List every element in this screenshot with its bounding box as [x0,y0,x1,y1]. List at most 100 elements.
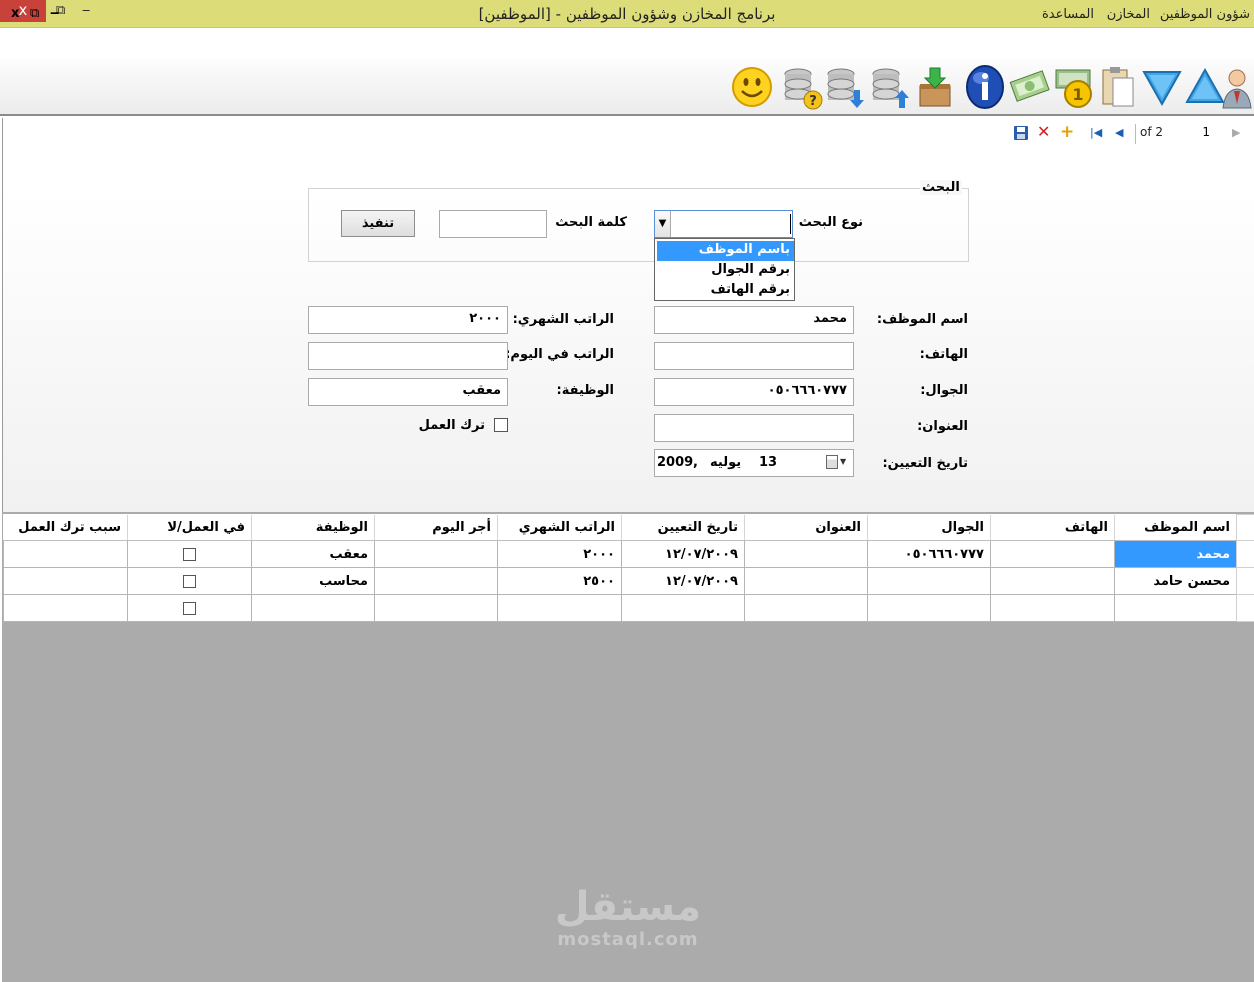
hire-date-year[interactable]: 2009 [657,455,693,470]
working-checkbox[interactable] [183,574,196,588]
phone-label: الهاتف: [919,347,968,362]
cell-daily-wage[interactable] [374,567,498,595]
smiley-icon[interactable] [730,62,774,112]
cell-name[interactable]: محسن حامد [1114,567,1237,595]
employee-name-input[interactable]: محمد [654,306,854,334]
column-header-hire-date[interactable]: تاريخ التعيين [621,514,745,541]
search-keyword-label: كلمة البحث [555,215,627,230]
row-header[interactable] [1236,540,1254,568]
search-type-combo[interactable] [654,210,793,238]
cell-monthly-salary[interactable] [497,594,622,622]
cell-leave-reason[interactable] [3,540,128,568]
money-icon[interactable] [1008,62,1052,112]
cell-monthly-salary[interactable]: ٢٠٠٠ [497,540,622,568]
menu-help[interactable]: المساعدة [1042,7,1094,22]
column-header-name[interactable]: اسم الموظف [1114,514,1237,541]
job-input[interactable]: معقب [308,378,508,406]
daily-salary-input[interactable] [308,342,508,370]
cell-daily-wage[interactable] [374,540,498,568]
cell-monthly-salary[interactable]: ٢٥٠٠ [497,567,622,595]
working-checkbox[interactable] [183,547,196,561]
monthly-salary-input[interactable]: ٢٠٠٠ [308,306,508,334]
cell-name[interactable]: محمد [1114,540,1237,568]
row-header[interactable] [1236,594,1254,622]
toolbar: 1 ? [0,58,1254,116]
dropdown-option-by-mobile[interactable]: برقم الجوال [657,261,794,281]
cell-mobile[interactable]: ٠٥٠٦٦٦٠٧٧٧ [867,540,991,568]
cell-phone[interactable] [990,540,1115,568]
table-row-new[interactable] [3,594,1254,622]
move-up-icon[interactable] [1183,62,1227,112]
cell-mobile[interactable] [867,567,991,595]
dropdown-option-by-phone[interactable]: برقم الهاتف [657,281,794,301]
info-icon[interactable] [963,62,1007,112]
database-query-icon[interactable]: ? [780,62,824,112]
menu-employees[interactable]: شؤون الموظفين [1160,7,1250,22]
nav-separator [1135,124,1136,144]
column-header-monthly-salary[interactable]: الراتب الشهري [497,514,622,541]
search-execute-button[interactable]: تنفيذ [341,210,415,237]
cell-hire-date[interactable] [621,594,745,622]
phone-input[interactable] [654,342,854,370]
cell-leave-reason[interactable] [3,567,128,595]
hire-date-separator: , [693,455,698,470]
mdi-minimize-button[interactable]: ‒ [50,6,59,21]
move-down-icon[interactable] [1140,62,1184,112]
database-download-icon[interactable] [823,62,867,112]
row-header[interactable] [1236,567,1254,595]
nav-add-icon[interactable]: + [1060,122,1074,142]
nav-first-icon[interactable]: |◀ [1090,126,1102,144]
chevron-down-icon[interactable]: ▼ [655,211,671,237]
hire-date-day[interactable]: 13 [759,455,777,470]
cell-name[interactable] [1114,594,1237,622]
cell-daily-wage[interactable] [374,594,498,622]
left-work-checkbox[interactable] [494,418,508,432]
nav-next-icon[interactable]: ▶ [1232,126,1240,144]
nav-previous-icon[interactable]: ◀ [1115,126,1123,144]
cell-hire-date[interactable]: ١٢/٠٧/٢٠٠٩ [621,540,745,568]
column-header-job[interactable]: الوظيفة [251,514,375,541]
clipboard-icon[interactable] [1096,62,1140,112]
nav-delete-icon[interactable]: ✕ [1037,122,1050,141]
nav-position-input[interactable]: 1 [1166,122,1214,144]
chevron-down-icon[interactable]: ▼ [840,457,846,466]
mobile-input[interactable]: ٠٥٠٦٦٦٠٧٧٧ [654,378,854,406]
cell-mobile[interactable] [867,594,991,622]
dropdown-option-by-name[interactable]: باسم الموظف [657,241,794,261]
cell-phone[interactable] [990,594,1115,622]
menu-stores[interactable]: المخازن [1107,7,1150,22]
hire-date-month[interactable]: يوليه [710,455,741,470]
svg-text:1: 1 [1072,85,1083,104]
cell-working[interactable] [127,594,252,622]
database-upload-icon[interactable] [868,62,912,112]
calendar-icon[interactable] [826,455,838,469]
column-header-leave-reason[interactable]: سبب ترك العمل [3,514,128,541]
salary-icon[interactable]: 1 [1053,62,1097,112]
cell-leave-reason[interactable] [3,594,128,622]
table-row[interactable]: محسن حامد ١٢/٠٧/٢٠٠٩ ٢٥٠٠ محاسب [3,567,1254,595]
cell-phone[interactable] [990,567,1115,595]
mdi-restore-button[interactable]: ⧉ [30,6,39,21]
column-header-daily-wage[interactable]: أجر اليوم [374,514,498,541]
cell-address[interactable] [744,540,868,568]
column-header-address[interactable]: العنوان [744,514,868,541]
cell-address[interactable] [744,567,868,595]
cell-job[interactable]: محاسب [251,567,375,595]
cell-working[interactable] [127,567,252,595]
cell-job[interactable]: معقب [251,540,375,568]
cell-job[interactable] [251,594,375,622]
box-download-icon[interactable] [913,62,957,112]
cell-working[interactable] [127,540,252,568]
column-header-phone[interactable]: الهاتف [990,514,1115,541]
address-input[interactable] [654,414,854,442]
nav-save-icon[interactable] [1014,126,1028,140]
cell-address[interactable] [744,594,868,622]
working-checkbox[interactable] [183,601,196,615]
cell-hire-date[interactable]: ١٢/٠٧/٢٠٠٩ [621,567,745,595]
column-header-mobile[interactable]: الجوال [867,514,991,541]
table-row[interactable]: محمد ٠٥٠٦٦٦٠٧٧٧ ١٢/٠٧/٢٠٠٩ ٢٠٠٠ معقب [3,540,1254,568]
search-keyword-input[interactable] [439,210,547,238]
mdi-close-button[interactable]: x [11,6,19,21]
window-minimize-button[interactable]: ‒ [82,3,90,18]
column-header-working[interactable]: في العمل/لا [127,514,252,541]
